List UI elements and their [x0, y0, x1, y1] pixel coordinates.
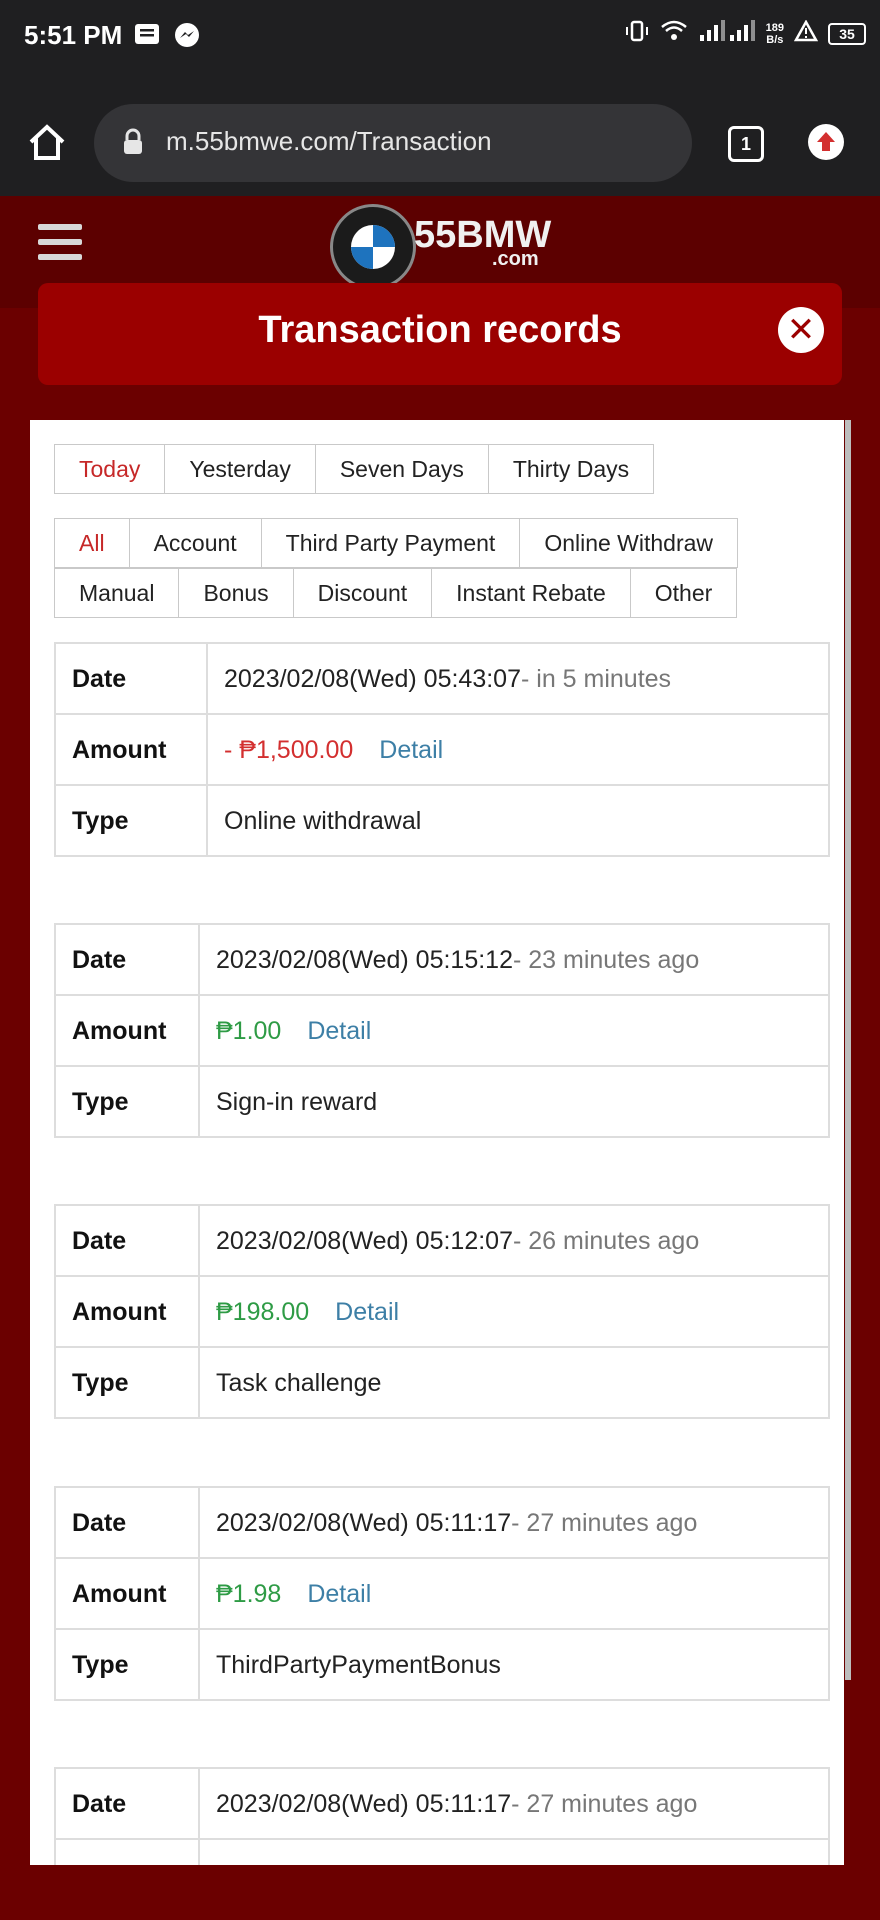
update-icon[interactable]	[808, 124, 844, 160]
filter-thirty-days-button[interactable]: Thirty Days	[487, 444, 655, 494]
address-bar[interactable]: m.55bmwe.com/Transaction	[94, 104, 692, 182]
detail-link[interactable]: Detail	[307, 1017, 371, 1045]
date-label: Date	[56, 1488, 200, 1559]
type-label: Type	[56, 1348, 200, 1419]
filter-discount-button[interactable]: Discount	[292, 568, 433, 618]
date-text: 2023/02/08(Wed) 05:12:07	[216, 1227, 513, 1255]
transaction-record: Date 2023/02/08(Wed) 05:43:07- in 5 minu…	[54, 642, 830, 857]
amount-value: ₱1.00 Detail	[200, 996, 830, 1067]
amount-label: Amount	[56, 996, 200, 1067]
modal-title: Transaction records	[258, 309, 622, 351]
date-value: 2023/02/08(Wed) 05:43:07- in 5 minutes	[208, 644, 830, 715]
date-value: 2023/02/08(Wed) 05:11:17- 27 minutes ago	[200, 1769, 830, 1840]
transaction-record: Date 2023/02/08(Wed) 05:11:17- 27 minute…	[54, 1767, 830, 1865]
notification-icon	[134, 22, 160, 51]
filter-third-party-payment-button[interactable]: Third Party Payment	[260, 518, 521, 568]
type-value: Task challenge	[200, 1348, 830, 1419]
transaction-record: Date 2023/02/08(Wed) 05:15:12- 23 minute…	[54, 923, 830, 1138]
network-speed-unit: B/s	[766, 33, 784, 46]
filter-other-button[interactable]: Other	[629, 568, 738, 618]
amount-label	[56, 1840, 200, 1865]
transaction-panel: Today Yesterday Seven Days Thirty Days A…	[30, 420, 844, 1865]
type-label: Type	[56, 786, 208, 857]
messenger-icon	[174, 22, 200, 53]
filter-instant-rebate-button[interactable]: Instant Rebate	[431, 568, 631, 618]
network-speed-value: 189	[765, 21, 784, 34]
status-time: 5:51 PM	[24, 20, 123, 50]
filter-all-button[interactable]: All	[54, 518, 130, 568]
date-label: Date	[56, 1769, 200, 1840]
transaction-record: Date 2023/02/08(Wed) 05:11:17- 27 minute…	[54, 1486, 830, 1701]
amount-text: - ₱1,500.00	[224, 736, 354, 764]
type-value: Online withdrawal	[208, 786, 830, 857]
tab-switcher-button[interactable]: 1	[728, 126, 764, 162]
date-text: 2023/02/08(Wed) 05:11:17	[216, 1509, 512, 1537]
network-speed: 189 B/s	[766, 22, 784, 46]
scrollbar[interactable]	[845, 420, 851, 1680]
type-filter-row-2: Manual Bonus Discount Instant Rebate Oth…	[54, 568, 738, 618]
wifi-icon	[660, 19, 688, 48]
date-label: Date	[56, 1206, 200, 1277]
site-logo-sub: .com	[492, 248, 539, 270]
relative-time: - 26 minutes ago	[513, 1227, 700, 1255]
url-text[interactable]: m.55bmwe.com/Transaction	[166, 126, 492, 157]
filter-yesterday-button[interactable]: Yesterday	[164, 444, 316, 494]
modal-header: Transaction records ✕	[38, 283, 842, 385]
date-text: 2023/02/08(Wed) 05:43:07	[224, 665, 521, 693]
filter-manual-button[interactable]: Manual	[54, 568, 180, 618]
amount-text: ₱198.00	[216, 1298, 310, 1326]
amount-value: - ₱1,500.00 Detail	[208, 715, 830, 786]
amount-text: ₱1.98	[216, 1580, 282, 1608]
menu-icon[interactable]	[38, 224, 82, 269]
relative-time: - 27 minutes ago	[511, 1509, 698, 1537]
date-value: 2023/02/08(Wed) 05:12:07- 26 minutes ago	[200, 1206, 830, 1277]
filter-online-withdraw-button[interactable]: Online Withdraw	[519, 518, 739, 568]
date-value: 2023/02/08(Wed) 05:11:17- 27 minutes ago	[200, 1488, 830, 1559]
transaction-record: Date 2023/02/08(Wed) 05:12:07- 26 minute…	[54, 1204, 830, 1419]
amount-label: Amount	[56, 1277, 200, 1348]
date-value: 2023/02/08(Wed) 05:15:12- 23 minutes ago	[200, 925, 830, 996]
relative-time: - 23 minutes ago	[513, 946, 700, 974]
amount-value: ₱1.98 Detail	[200, 1559, 830, 1630]
warning-icon	[793, 19, 819, 47]
amount-text: ₱1.00	[216, 1017, 282, 1045]
type-label: Type	[56, 1067, 200, 1138]
lock-icon	[122, 128, 144, 161]
filter-today-button[interactable]: Today	[54, 444, 166, 494]
status-bar: 5:51 PM 189 B/s 35	[0, 0, 880, 72]
filter-account-button[interactable]: Account	[128, 518, 262, 568]
amount-label: Amount	[56, 715, 208, 786]
filter-seven-days-button[interactable]: Seven Days	[314, 444, 489, 494]
amount-value	[200, 1840, 830, 1865]
type-label: Type	[56, 1630, 200, 1701]
type-filter-row-1: All Account Third Party Payment Online W…	[54, 518, 739, 568]
signal-icon	[698, 19, 756, 48]
filter-bonus-button[interactable]: Bonus	[178, 568, 294, 618]
bmw-logo-icon	[330, 204, 416, 290]
amount-label: Amount	[56, 1559, 200, 1630]
date-label: Date	[56, 925, 200, 996]
detail-link[interactable]: Detail	[307, 1580, 371, 1608]
date-text: 2023/02/08(Wed) 05:11:17	[216, 1790, 512, 1818]
type-value: ThirdPartyPaymentBonus	[200, 1630, 830, 1701]
home-icon[interactable]	[26, 122, 68, 164]
type-value: Sign-in reward	[200, 1067, 830, 1138]
relative-time: - 27 minutes ago	[511, 1790, 698, 1818]
close-icon[interactable]: ✕	[778, 307, 824, 353]
relative-time: - in 5 minutes	[521, 665, 672, 693]
date-filter-row: Today Yesterday Seven Days Thirty Days	[54, 444, 655, 494]
date-text: 2023/02/08(Wed) 05:15:12	[216, 946, 513, 974]
vibrate-icon	[624, 18, 650, 49]
date-label: Date	[56, 644, 208, 715]
detail-link[interactable]: Detail	[379, 736, 443, 764]
status-icons: 189 B/s 35	[624, 18, 866, 49]
detail-link[interactable]: Detail	[335, 1298, 399, 1326]
battery-icon: 35	[828, 22, 866, 45]
browser-toolbar: m.55bmwe.com/Transaction 1	[0, 72, 880, 196]
amount-value: ₱198.00 Detail	[200, 1277, 830, 1348]
